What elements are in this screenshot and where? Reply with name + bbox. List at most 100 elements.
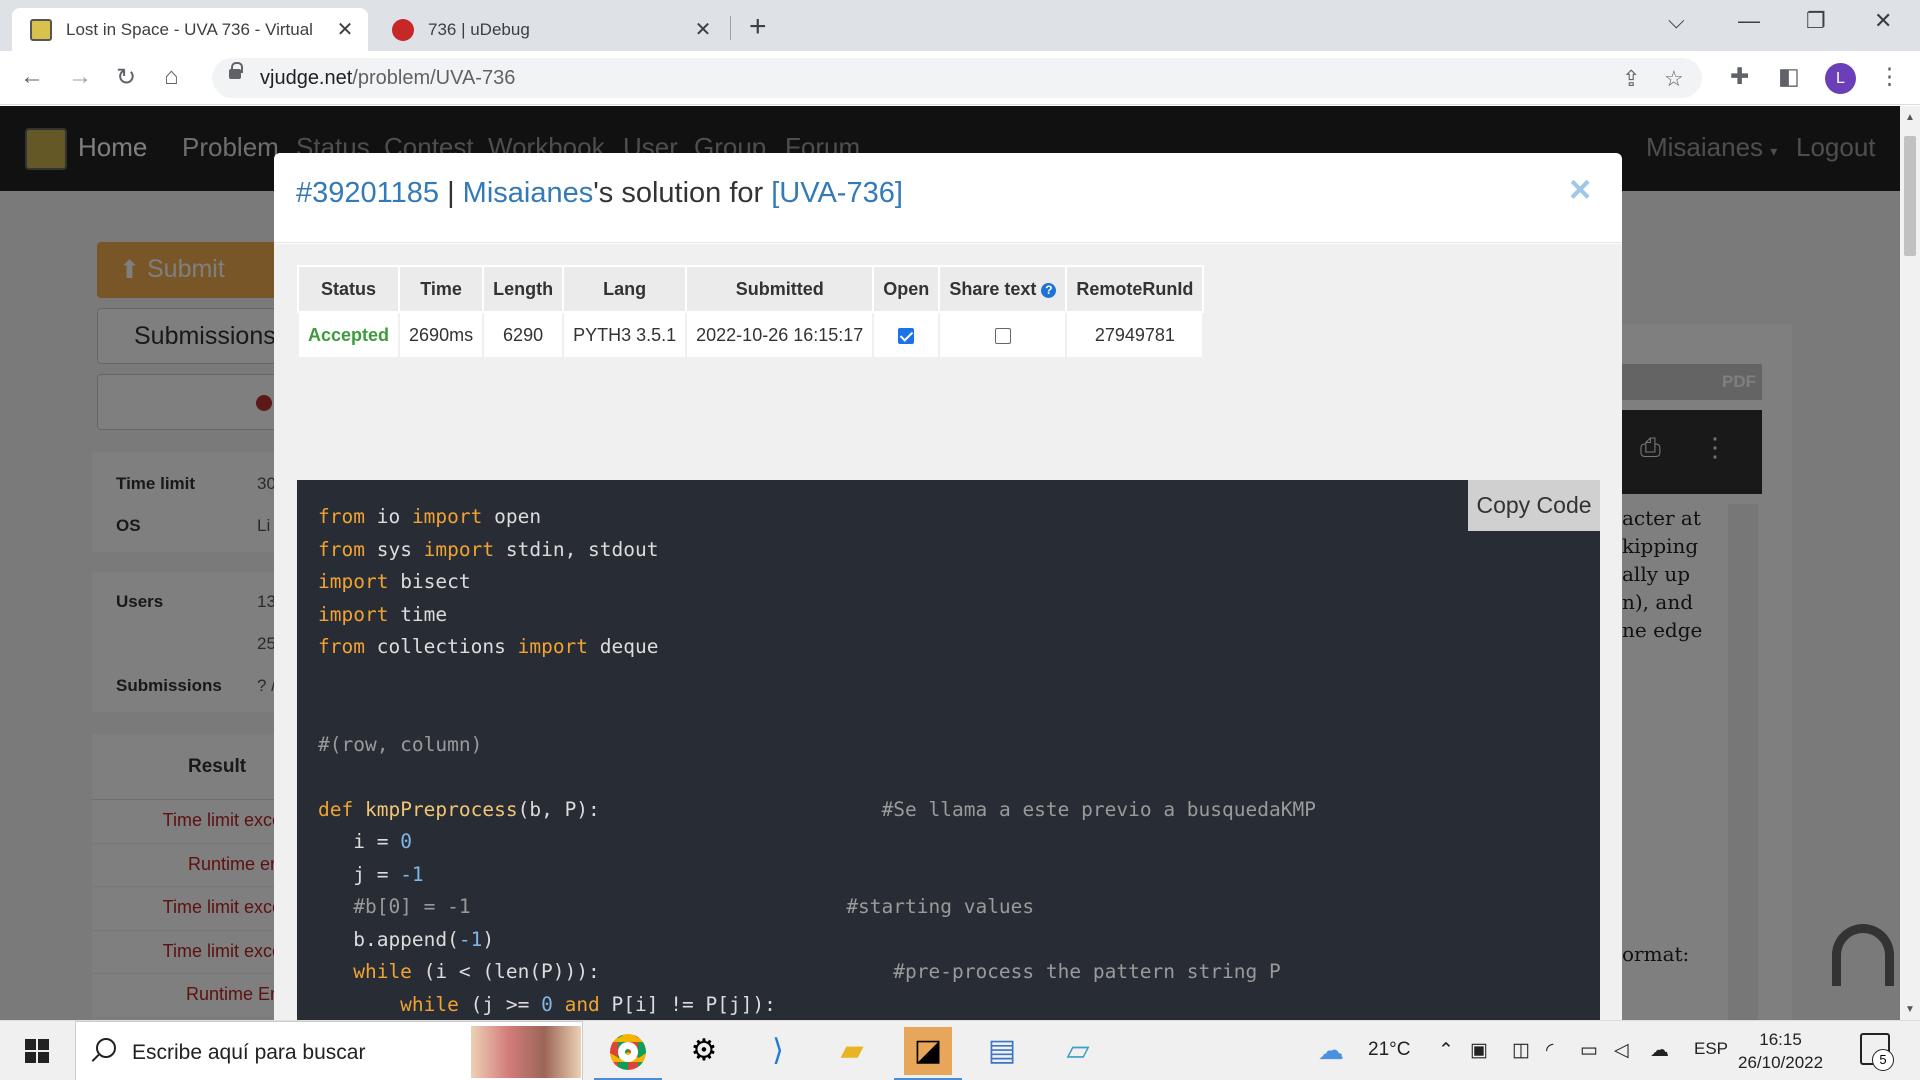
browser-tab-strip: Lost in Space - UVA 736 - Virtual ✕ 736 …: [0, 0, 1920, 51]
code-token: i =: [318, 830, 401, 853]
reload-icon[interactable]: ↻: [116, 63, 136, 92]
address-bar[interactable]: vjudge.net/problem/UVA-736 ⇪ ☆: [212, 58, 1702, 98]
share-text-cell: [938, 311, 1068, 359]
wifi-icon[interactable]: ◜: [1546, 1039, 1553, 1062]
code-token: import: [517, 635, 589, 658]
problem-link[interactable]: [UVA-736]: [771, 177, 903, 209]
page-content: Home Problem Status Contest Workbook Use…: [0, 106, 1920, 1020]
minimize-icon[interactable]: —: [1738, 8, 1760, 34]
code-token: P[i] != P[j]):: [599, 992, 776, 1016]
code-token: time: [388, 602, 448, 626]
profile-avatar[interactable]: L: [1825, 63, 1856, 94]
copy-code-button[interactable]: Copy Code: [1468, 480, 1600, 531]
forward-arrow-icon[interactable]: →: [68, 63, 92, 91]
search-placeholder: Escribe aquí para buscar: [132, 1041, 366, 1064]
col-lang: Lang: [562, 265, 688, 313]
new-tab-button[interactable]: +: [749, 10, 767, 44]
solution-modal: #39201185 | Misaianes's solution for [UV…: [274, 153, 1622, 1020]
sticky-notes-icon[interactable]: ◪: [894, 1027, 962, 1080]
tab-title: Lost in Space - UVA 736 - Virtual: [66, 19, 313, 39]
photos-app-icon[interactable]: ▤: [978, 1027, 1026, 1075]
restore-icon[interactable]: ❐: [1806, 8, 1826, 34]
author-link[interactable]: Misaianes: [463, 177, 594, 209]
search-icon: [96, 1038, 116, 1058]
code-token: open: [482, 505, 542, 528]
status-cell: Accepted: [296, 311, 401, 359]
notification-count: 5: [1872, 1049, 1894, 1071]
headset-icon[interactable]: [1832, 924, 1894, 986]
extensions-puzzle-icon[interactable]: ✚: [1730, 63, 1749, 90]
tray-chevron-up-icon[interactable]: ⌃: [1438, 1039, 1454, 1062]
tray-app-icon[interactable]: ▣: [1470, 1039, 1488, 1062]
share-icon[interactable]: ⇪: [1622, 66, 1640, 92]
tab-vjudge[interactable]: Lost in Space - UVA 736 - Virtual ✕: [12, 8, 368, 51]
modal-body: Status Time Length Lang Submitted Open S…: [274, 244, 1622, 1020]
code-token: import: [423, 537, 495, 561]
code-token: deque: [588, 635, 659, 658]
page-scrollbar[interactable]: ▲ ▼: [1900, 106, 1920, 1020]
share-text-checkbox[interactable]: [994, 327, 1011, 344]
tab-udebug[interactable]: 736 | uDebug ✕: [374, 8, 726, 51]
table-header-row: Status Time Length Lang Submitted Open S…: [296, 265, 1205, 313]
close-tab-icon[interactable]: ✕: [334, 17, 356, 42]
windows-taskbar: Escribe aquí para buscar ⚙ ⟩ ▰ ◪ ▤ ▱ ☁ 2…: [0, 1020, 1920, 1080]
code-token: kmpPreprocess: [364, 797, 518, 821]
col-status: Status: [296, 265, 401, 313]
vjudge-favicon-icon: [30, 18, 52, 41]
run-id-link[interactable]: #39201185: [296, 177, 439, 209]
code-token: bisect: [388, 570, 471, 593]
url-host: vjudge.net: [260, 67, 353, 89]
url-text[interactable]: vjudge.net/problem/UVA-736: [260, 67, 515, 90]
home-icon[interactable]: ⌂: [164, 63, 179, 91]
open-checkbox[interactable]: [898, 327, 915, 344]
close-tab-icon[interactable]: ✕: [692, 17, 714, 42]
code-line: while (j >= 0 and P[i] != P[j]):: [318, 989, 1316, 1021]
side-panel-icon[interactable]: ◧: [1778, 63, 1800, 90]
code-token: from: [318, 537, 365, 561]
code-line: j = -1: [318, 859, 1316, 892]
scroll-down-icon[interactable]: ▼: [1905, 1004, 1915, 1015]
code-line: from sys import stdin, stdout: [318, 534, 1316, 567]
bookmark-star-icon[interactable]: ☆: [1664, 66, 1684, 92]
share-text-label: Share text: [949, 278, 1037, 299]
file-explorer-icon[interactable]: ▰: [828, 1027, 876, 1075]
source-code: from io import open from sys import stdin…: [318, 501, 1316, 1020]
close-window-icon[interactable]: ✕: [1874, 8, 1892, 34]
input-language[interactable]: ESP: [1694, 1039, 1728, 1059]
code-token: io: [364, 505, 412, 528]
title-separator: |: [439, 177, 463, 209]
taskbar-clock[interactable]: 16:15 26/10/2022: [1738, 1028, 1823, 1074]
onedrive-cloud-icon[interactable]: ☁: [1650, 1039, 1669, 1062]
volume-icon[interactable]: ◁: [1614, 1039, 1629, 1062]
vscode-icon[interactable]: ⟩: [754, 1027, 802, 1075]
length-cell: 6290: [482, 311, 565, 359]
help-icon[interactable]: ?: [1041, 282, 1057, 298]
app-window-icon[interactable]: ▱: [1054, 1027, 1102, 1075]
temperature[interactable]: 21°C: [1368, 1039, 1410, 1061]
col-remote-run-id: RemoteRunId: [1065, 265, 1205, 313]
weather-cloud-icon[interactable]: ☁: [1318, 1035, 1344, 1066]
settings-gear-icon[interactable]: ⚙: [680, 1027, 728, 1075]
code-token: and: [564, 992, 600, 1016]
scrollbar-thumb[interactable]: [1904, 136, 1916, 256]
scroll-up-icon[interactable]: ▲: [1905, 112, 1915, 123]
windows-start-icon[interactable]: [25, 1039, 49, 1063]
taskbar-search-box[interactable]: Escribe aquí para buscar: [75, 1021, 583, 1080]
chrome-menu-icon[interactable]: ⋮: [1878, 63, 1901, 90]
close-icon[interactable]: ×: [1569, 169, 1591, 212]
tab-search-chevron-icon[interactable]: ⌵: [1668, 8, 1685, 34]
tab-separator: [730, 16, 731, 40]
code-token: b.append(: [318, 927, 459, 951]
code-token: #(row, column): [318, 732, 483, 756]
lock-icon: [229, 62, 243, 79]
code-token: import: [318, 570, 389, 593]
code-token: 0: [541, 992, 553, 1016]
meet-now-icon[interactable]: ◫: [1512, 1039, 1530, 1062]
notifications-icon[interactable]: 5: [1860, 1033, 1894, 1071]
back-arrow-icon[interactable]: ←: [20, 63, 44, 91]
chrome-taskbar-icon[interactable]: [594, 1027, 662, 1080]
battery-icon[interactable]: ▭: [1580, 1039, 1598, 1062]
